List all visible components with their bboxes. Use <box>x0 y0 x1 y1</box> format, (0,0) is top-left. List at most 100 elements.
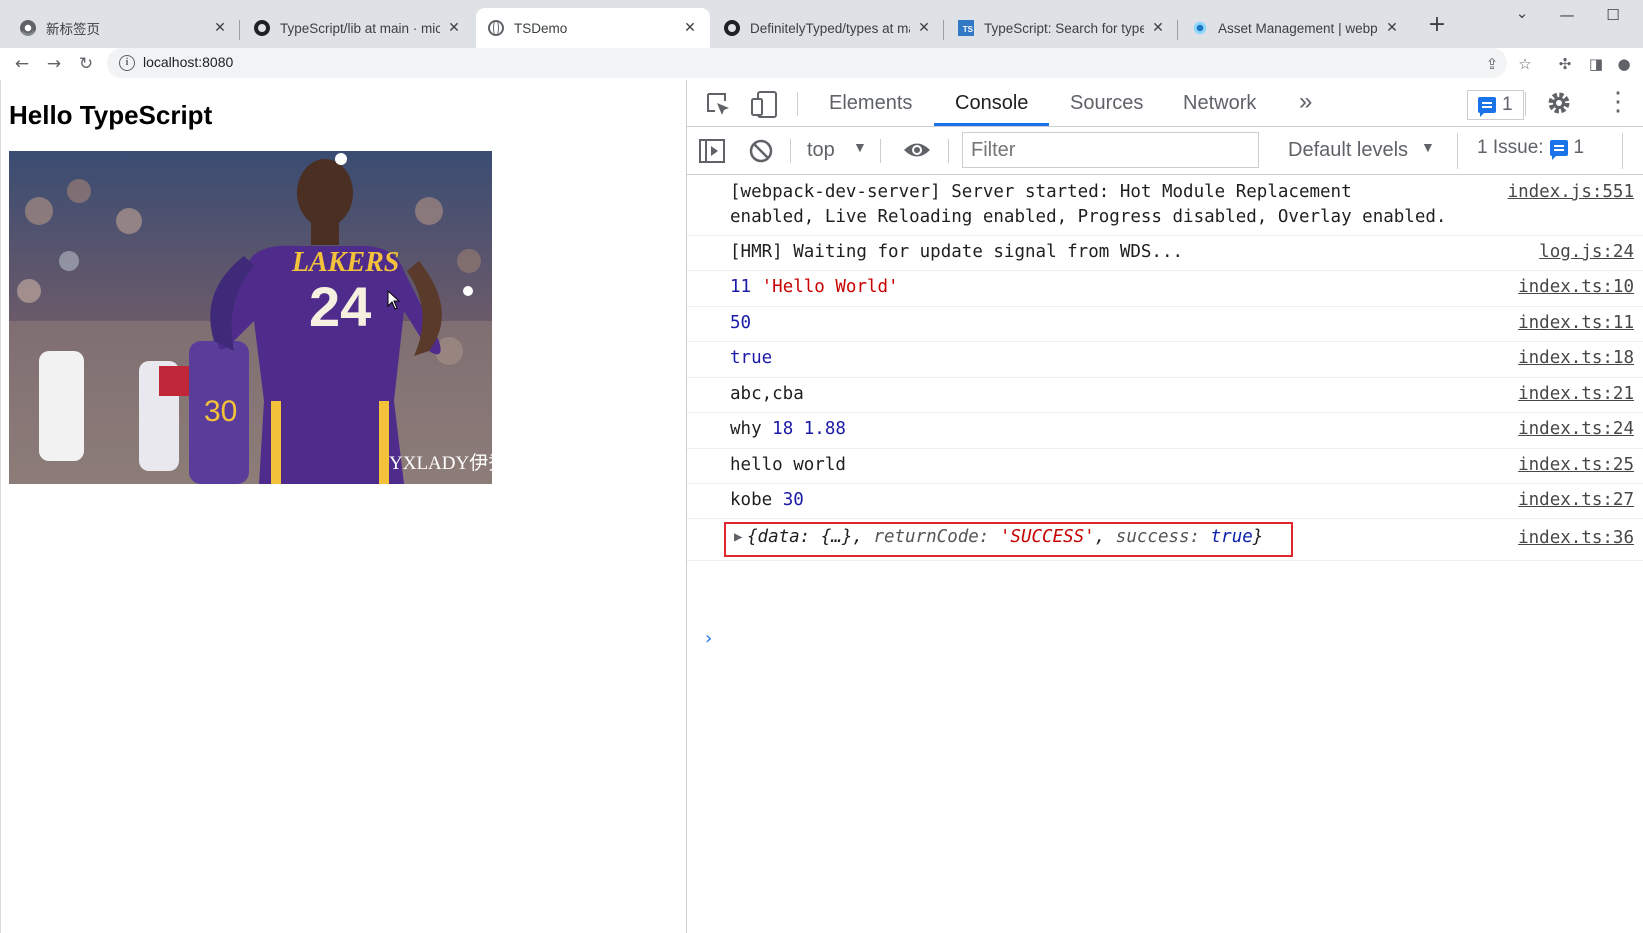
chrome-icon <box>20 20 36 36</box>
maximize-button[interactable]: ☐ <box>1593 6 1633 24</box>
image-watermark: YXLADY伊秀.COM <box>389 452 492 474</box>
source-link[interactable]: log.js:24 <box>1539 242 1634 262</box>
github-icon <box>254 20 270 36</box>
console-message: abc,cba index.ts:21 <box>687 378 1643 413</box>
inspect-element-icon[interactable] <box>705 91 731 117</box>
info-icon[interactable]: i <box>119 55 135 71</box>
share-icon[interactable]: ⇪ <box>1480 52 1504 76</box>
globe-icon <box>488 20 504 36</box>
tab-console[interactable]: Console <box>955 92 1028 115</box>
issues-label: 1 Issue: <box>1477 137 1544 158</box>
message-text: why <box>730 419 762 439</box>
close-icon[interactable]: ✕ <box>212 20 228 36</box>
reload-icon[interactable]: ↻ <box>74 52 98 76</box>
message-text: hello world <box>730 455 846 475</box>
close-icon[interactable]: ✕ <box>682 20 698 36</box>
device-toolbar-icon[interactable] <box>750 89 780 119</box>
devtools-tab-bar: Elements Console Sources Network » 1 ⋮ <box>687 80 1643 127</box>
console-output: [webpack-dev-server] Server started: Hot… <box>687 176 1643 561</box>
expand-triangle-icon[interactable]: ▶ <box>734 529 742 545</box>
show-sidebar-icon[interactable] <box>699 139 725 163</box>
bookmark-star-icon[interactable]: ☆ <box>1513 52 1537 76</box>
message-number: 11 <box>730 277 752 297</box>
typescript-icon: TS <box>958 20 974 36</box>
profile-icon[interactable]: ● <box>1612 52 1636 76</box>
issue-message-icon <box>1549 140 1568 160</box>
close-icon[interactable]: ✕ <box>916 20 932 36</box>
chevron-down-icon: ▼ <box>853 139 867 155</box>
object-preview[interactable]: {data: {…}, returnCode: 'SUCCESS', succe… <box>747 527 1263 547</box>
source-link[interactable]: index.ts:24 <box>1518 419 1634 439</box>
source-link[interactable]: index.ts:21 <box>1518 384 1634 404</box>
message-text: kobe <box>730 490 773 510</box>
console-object-message[interactable]: ▶ {data: {…}, returnCode: 'SUCCESS', suc… <box>687 519 1643 561</box>
console-toolbar: top ▼ Default levels ▼ 1 Issue: 1 <box>687 127 1643 175</box>
tab-title: TSDemo <box>514 20 568 36</box>
browser-window: 新标签页 ✕ TypeScript/lib at main · microsof… <box>0 0 1643 933</box>
extensions-icon[interactable]: ✣ <box>1553 52 1577 76</box>
message-string: 'Hello World' <box>761 277 899 297</box>
tab-title: TypeScript: Search for typed packages <box>984 20 1144 36</box>
messages-badge[interactable]: 1 <box>1467 90 1524 120</box>
github-icon <box>724 20 740 36</box>
new-tab-button[interactable]: + <box>1425 14 1449 38</box>
tab-sources[interactable]: Sources <box>1070 92 1143 115</box>
source-link[interactable]: index.ts:36 <box>1518 528 1634 548</box>
console-message: why 18 1.88 index.ts:24 <box>687 413 1643 449</box>
side-panel-icon[interactable]: ◨ <box>1584 52 1608 76</box>
message-text: abc,cba <box>730 384 804 404</box>
forward-icon[interactable]: → <box>42 52 66 76</box>
back-icon[interactable]: ← <box>10 52 34 76</box>
console-prompt-icon[interactable]: › <box>703 628 714 649</box>
active-tab-indicator <box>934 123 1049 126</box>
tab-typescript-lib[interactable]: TypeScript/lib at main · microsoft ✕ <box>242 8 474 48</box>
minimize-button[interactable]: — <box>1547 6 1587 24</box>
message-text: [HMR] Waiting for update signal from WDS… <box>730 242 1184 262</box>
tab-strip: 新标签页 ✕ TypeScript/lib at main · microsof… <box>0 0 1643 48</box>
message-number: 50 <box>730 313 752 333</box>
tab-tsdemo[interactable]: TSDemo ✕ <box>476 8 710 48</box>
console-message: [HMR] Waiting for update signal from WDS… <box>687 236 1643 271</box>
webpack-icon <box>1192 20 1208 36</box>
source-link[interactable]: index.ts:11 <box>1518 313 1634 333</box>
console-filter-input[interactable] <box>962 132 1259 168</box>
mouse-cursor-icon <box>387 290 401 310</box>
svg-text:24: 24 <box>309 275 371 338</box>
page-viewport: Hello TypeScript 30 LAKERS 24 YXLADY伊 <box>0 80 686 933</box>
issues-button[interactable]: 1 Issue: 1 <box>1477 137 1584 160</box>
context-selector[interactable]: top <box>807 139 835 162</box>
close-icon[interactable]: ✕ <box>1150 20 1166 36</box>
url-text[interactable]: localhost:8080 <box>143 54 233 70</box>
source-link[interactable]: index.js:551 <box>1508 182 1634 202</box>
browser-toolbar: ← → ↻ i localhost:8080 ⇪ ☆ ✣ ◨ ● <box>0 48 1643 80</box>
tab-definitelytyped[interactable]: DefinitelyTyped/types at master ✕ <box>712 8 944 48</box>
live-expression-eye-icon[interactable] <box>902 139 932 161</box>
source-link[interactable]: index.ts:10 <box>1518 277 1634 297</box>
source-link[interactable]: index.ts:18 <box>1518 348 1634 368</box>
message-number: 18 1.88 <box>772 419 846 439</box>
close-icon[interactable]: ✕ <box>446 20 462 36</box>
settings-gear-icon[interactable] <box>1545 89 1573 117</box>
clear-console-icon[interactable] <box>748 138 774 164</box>
more-options-icon[interactable]: ⋮ <box>1605 86 1631 117</box>
tab-new-tab[interactable]: 新标签页 ✕ <box>8 8 240 48</box>
source-link[interactable]: index.ts:25 <box>1518 455 1634 475</box>
console-message: true index.ts:18 <box>687 342 1643 378</box>
address-bar[interactable]: i localhost:8080 <box>107 48 1507 78</box>
message-line-2: enabled, Live Reloading enabled, Progres… <box>730 207 1447 227</box>
tab-elements[interactable]: Elements <box>829 92 912 115</box>
tab-typescript-search[interactable]: TS TypeScript: Search for typed packages… <box>946 8 1178 48</box>
tab-webpack[interactable]: Asset Management | webpack ✕ <box>1180 8 1412 48</box>
tab-title: 新标签页 <box>46 22 100 37</box>
tab-search-icon[interactable]: ⌄ <box>1502 4 1542 22</box>
log-levels-dropdown[interactable]: Default levels <box>1288 139 1408 162</box>
messages-count: 1 <box>1502 94 1513 115</box>
close-icon[interactable]: ✕ <box>1384 20 1400 36</box>
tab-title: DefinitelyTyped/types at master <box>750 20 910 36</box>
more-tabs-icon[interactable]: » <box>1299 88 1312 116</box>
page-title: Hello TypeScript <box>9 100 213 130</box>
message-boolean: true <box>730 348 773 368</box>
tab-network[interactable]: Network <box>1183 92 1256 115</box>
player-photo: 30 LAKERS 24 YXLADY伊秀.COM <box>9 151 492 484</box>
source-link[interactable]: index.ts:27 <box>1518 490 1634 510</box>
